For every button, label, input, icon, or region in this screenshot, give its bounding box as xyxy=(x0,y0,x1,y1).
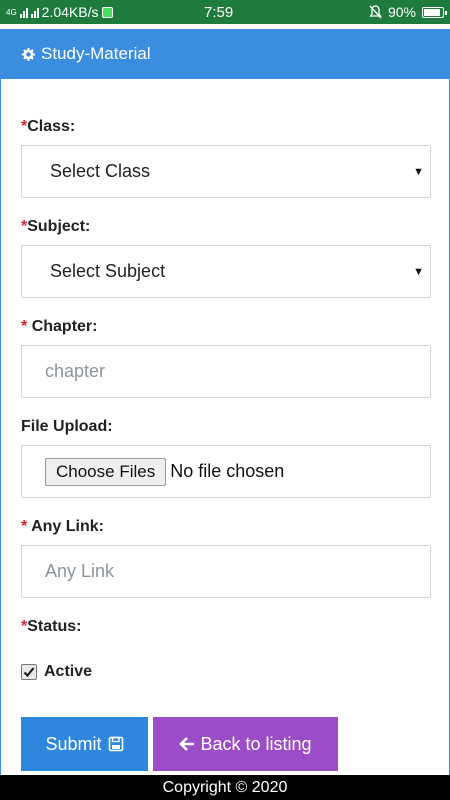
arrow-left-icon xyxy=(179,737,195,751)
chapter-group: * Chapter: chapter xyxy=(21,318,431,398)
chapter-placeholder: chapter xyxy=(45,361,106,381)
save-icon xyxy=(108,736,123,752)
chevron-down-icon: ▼ xyxy=(413,266,424,278)
active-label: Active xyxy=(44,663,93,680)
class-select-value: Select Class xyxy=(50,161,151,181)
active-checkbox[interactable] xyxy=(21,664,37,680)
gear-icon xyxy=(21,47,35,61)
battery-level: 90% xyxy=(387,4,416,20)
status-left: 4G 2.04KB/s xyxy=(6,4,196,20)
file-status: No file chosen xyxy=(170,461,285,481)
check-icon xyxy=(23,667,35,678)
back-button-label: Back to listing xyxy=(200,733,312,754)
submit-button[interactable]: Submit xyxy=(21,717,148,771)
status-label-text: Status: xyxy=(27,618,82,635)
class-label: *Class: xyxy=(21,118,429,136)
class-select[interactable]: Select Class ▼ xyxy=(21,145,431,198)
required-marker: * xyxy=(21,518,28,535)
back-to-listing-button[interactable]: Back to listing xyxy=(153,717,338,771)
signal-icon xyxy=(19,7,28,18)
card-header: Study-Material xyxy=(1,29,449,79)
class-group: *Class: Select Class ▼ xyxy=(21,118,431,198)
any-link-group: * Any Link: Any Link xyxy=(21,518,431,598)
bell-muted-icon xyxy=(369,5,382,19)
active-row: Active xyxy=(21,663,429,681)
chapter-input[interactable]: chapter xyxy=(21,345,431,398)
file-upload-group: File Upload: Choose Files No file chosen xyxy=(21,418,431,498)
signal-icon-2 xyxy=(30,7,39,18)
page-title: Study-Material xyxy=(41,44,151,63)
network-speed: 2.04KB/s xyxy=(41,4,99,20)
chapter-label: * Chapter: xyxy=(21,318,429,336)
subject-label: *Subject: xyxy=(21,218,429,236)
study-material-form: *Class: Select Class ▼ *Subject: Select … xyxy=(1,118,449,681)
copyright-text: Copyright © 2020 xyxy=(162,778,288,796)
any-link-placeholder: Any Link xyxy=(45,561,115,581)
study-material-card: Study-Material *Class: Select Class ▼ *S… xyxy=(0,29,450,775)
submit-button-label: Submit xyxy=(45,733,102,754)
subject-select-value: Select Subject xyxy=(50,261,166,281)
any-link-label: * Any Link: xyxy=(21,518,429,536)
notification-app-icon xyxy=(101,6,113,18)
required-marker: * xyxy=(21,318,28,335)
subject-group: *Subject: Select Subject ▼ xyxy=(21,218,431,298)
clock: 7:59 xyxy=(204,3,234,21)
file-upload-label: File Upload: xyxy=(21,418,113,435)
any-link-input[interactable]: Any Link xyxy=(21,545,431,598)
class-label-text: Class: xyxy=(27,118,76,135)
subject-label-text: Subject: xyxy=(27,218,91,235)
battery-icon xyxy=(422,6,447,18)
chevron-down-icon: ▼ xyxy=(413,166,424,178)
chapter-label-text: Chapter: xyxy=(31,318,98,335)
file-upload-input: Choose Files No file chosen xyxy=(21,445,431,498)
status-group: *Status: Active xyxy=(21,618,429,681)
footer: Copyright © 2020 xyxy=(0,775,450,800)
status-right: 90% xyxy=(369,4,447,20)
status-label: *Status: xyxy=(21,618,429,636)
choose-files-button[interactable]: Choose Files xyxy=(45,457,167,486)
system-status-bar: 4G 2.04KB/s 7:59 90% xyxy=(0,0,450,24)
net-type-label: 4G xyxy=(6,7,17,17)
subject-select[interactable]: Select Subject ▼ xyxy=(21,245,431,298)
any-link-label-text: Any Link: xyxy=(31,518,104,535)
